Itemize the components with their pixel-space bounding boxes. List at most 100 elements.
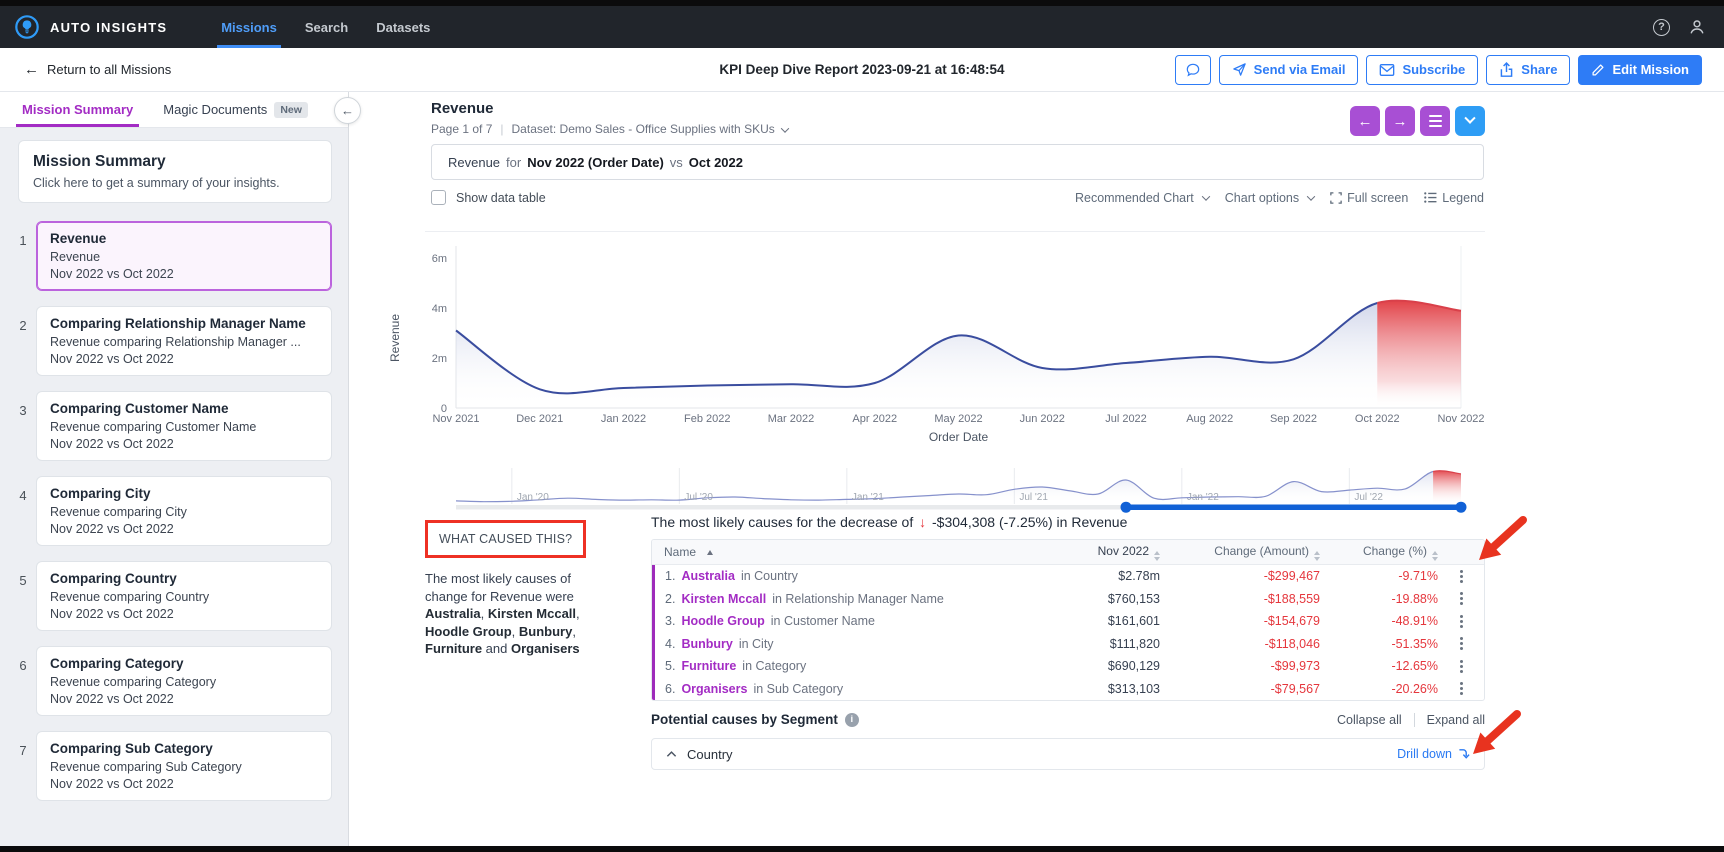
sidebar-item-comparing-category[interactable]: Comparing Category Revenue comparing Cat… (36, 646, 332, 716)
sidebar-item-comparing-country[interactable]: Comparing Country Revenue comparing Coun… (36, 561, 332, 631)
svg-text:Jun 2022: Jun 2022 (1020, 413, 1065, 425)
cause-entity-link[interactable]: Organisers (681, 682, 747, 696)
legend-icon (1424, 192, 1437, 203)
cause-entity-link[interactable]: Bunbury (681, 637, 732, 651)
full-screen-icon (1330, 192, 1342, 204)
recommended-chart-dropdown[interactable]: Recommended Chart (1075, 191, 1209, 205)
share-icon (1499, 62, 1514, 78)
expand-pages-button[interactable] (1455, 106, 1485, 136)
navigator-selection[interactable] (1126, 505, 1461, 511)
collapse-sidebar-button[interactable]: ← (334, 97, 361, 124)
cause-value: $111,820 (1010, 637, 1160, 651)
cause-change-amount: -$154,679 (1160, 614, 1320, 628)
show-data-table-checkbox[interactable] (431, 190, 446, 205)
tab-magic-documents[interactable]: Magic Documents New (153, 92, 318, 127)
column-header-change-pct[interactable]: Change (%) (1320, 544, 1438, 561)
nav-tab-missions[interactable]: Missions (209, 6, 289, 48)
column-header-change-amount[interactable]: Change (Amount) (1160, 544, 1320, 561)
lightbulb-logo-icon (14, 14, 40, 40)
pages-menu-button[interactable] (1420, 106, 1450, 136)
full-screen-label: Full screen (1347, 191, 1408, 205)
new-badge: New (274, 102, 308, 118)
dataset-selector[interactable]: Dataset: Demo Sales - Office Supplies wi… (512, 122, 789, 136)
window-top-edge (0, 0, 1724, 6)
table-row[interactable]: 2.Kirsten Mccallin Relationship Manager … (655, 588, 1484, 611)
back-link[interactable]: ← Return to all Missions (0, 61, 171, 78)
mission-item-subtitle: Revenue comparing Customer Name (50, 420, 318, 434)
previous-page-button[interactable]: ← (1350, 106, 1380, 136)
navigator-handle-start[interactable] (1121, 502, 1132, 513)
sidebar-item-comparing-city[interactable]: Comparing City Revenue comparing City No… (36, 476, 332, 546)
subscribe-button[interactable]: Subscribe (1366, 55, 1478, 85)
info-icon[interactable]: i (845, 713, 859, 727)
tab-mission-summary[interactable]: Mission Summary (12, 92, 143, 127)
query-period-1[interactable]: Nov 2022 (Order Date) (527, 155, 664, 170)
svg-text:Nov 2022: Nov 2022 (1437, 413, 1484, 425)
table-row[interactable]: 3.Hoodle Groupin Customer Name $161,601 … (655, 610, 1484, 633)
envelope-icon (1379, 63, 1395, 77)
sidebar-item-comparing-customer-name[interactable]: Comparing Customer Name Revenue comparin… (36, 391, 332, 461)
segment-row-country[interactable]: Country Drill down (651, 738, 1485, 770)
edit-mission-button[interactable]: Edit Mission (1578, 55, 1702, 85)
query-metric[interactable]: Revenue (448, 155, 500, 170)
cause-entity-link[interactable]: Furniture (681, 659, 736, 673)
tab-magic-documents-label: Magic Documents (163, 102, 267, 117)
sidebar-item-comparing-relationship-manager-name[interactable]: Comparing Relationship Manager Name Reve… (36, 306, 332, 376)
row-menu-button[interactable] (1456, 658, 1467, 675)
mission-item-subtitle: Revenue comparing Relationship Manager .… (50, 335, 318, 349)
chart-options-dropdown[interactable]: Chart options (1225, 191, 1314, 205)
mission-summary-card[interactable]: Mission Summary Click here to get a summ… (18, 140, 332, 203)
svg-text:Oct 2022: Oct 2022 (1355, 413, 1400, 425)
collapse-all-button[interactable]: Collapse all (1337, 713, 1402, 727)
timeline-navigator[interactable]: Jan '20Jul '20Jan '21Jul '21Jan '22Jul '… (385, 464, 1485, 516)
nav-tab-datasets[interactable]: Datasets (364, 6, 442, 48)
mission-item-row: 5 Comparing Country Revenue comparing Co… (10, 561, 332, 631)
table-row[interactable]: 5.Furniturein Category $690,129 -$99,973… (655, 655, 1484, 678)
share-button[interactable]: Share (1486, 55, 1570, 85)
sidebar-item-comparing-sub-category[interactable]: Comparing Sub Category Revenue comparing… (36, 731, 332, 801)
row-menu-button[interactable] (1456, 680, 1467, 697)
drill-down-link[interactable]: Drill down (1397, 747, 1470, 761)
row-menu-button[interactable] (1456, 635, 1467, 652)
mission-item-title: Comparing Country (50, 571, 318, 586)
mission-item-row: 7 Comparing Sub Category Revenue compari… (10, 731, 332, 801)
column-header-nov-2022[interactable]: Nov 2022 (1010, 544, 1160, 561)
column-header-name[interactable]: Name (652, 545, 1010, 559)
table-row[interactable]: 6.Organisersin Sub Category $313,103 -$7… (655, 678, 1484, 701)
next-page-button[interactable]: → (1385, 106, 1415, 136)
table-row[interactable]: 1.Australiain Country $2.78m -$299,467 -… (655, 565, 1484, 588)
cause-entity-link[interactable]: Kirsten Mccall (681, 592, 766, 606)
svg-text:Aug 2022: Aug 2022 (1186, 413, 1233, 425)
sidebar-item-revenue[interactable]: Revenue Revenue Nov 2022 vs Oct 2022 (36, 221, 332, 291)
full-screen-button[interactable]: Full screen (1330, 191, 1408, 205)
help-icon[interactable]: ? (1653, 19, 1670, 36)
comments-button[interactable] (1175, 55, 1211, 85)
row-menu-button[interactable] (1456, 568, 1467, 585)
row-menu-button[interactable] (1456, 590, 1467, 607)
svg-text:May 2022: May 2022 (934, 413, 982, 425)
cause-entity-link[interactable]: Hoodle Group (681, 614, 764, 628)
navigator-handle-end[interactable] (1456, 502, 1467, 513)
segment-country-label: Country (687, 747, 733, 762)
table-header-row: Name Nov 2022 Change (Amount) Change (%) (652, 540, 1484, 565)
legend-toggle[interactable]: Legend (1424, 191, 1484, 205)
menu-icon (1429, 115, 1442, 127)
expand-all-button[interactable]: Expand all (1427, 713, 1485, 727)
heading-suffix: in Revenue (1057, 514, 1128, 530)
user-icon[interactable] (1688, 18, 1706, 36)
decrease-arrow-icon: ↓ (917, 514, 928, 530)
nav-tab-search[interactable]: Search (293, 6, 360, 48)
table-row[interactable]: 4.Bunburyin City $111,820 -$118,046 -51.… (655, 633, 1484, 656)
query-period-2[interactable]: Oct 2022 (689, 155, 743, 170)
svg-text:2m: 2m (432, 353, 447, 365)
cause-entity-link[interactable]: Australia (681, 569, 735, 583)
subscribe-label: Subscribe (1402, 62, 1465, 77)
report-main: Revenue Page 1 of 7 | Dataset: Demo Sale… (349, 92, 1724, 846)
segment-country-toggle[interactable]: Country (666, 747, 733, 762)
query-builder[interactable]: Revenue for Nov 2022 (Order Date) vs Oct… (431, 144, 1484, 180)
row-menu-button[interactable] (1456, 613, 1467, 630)
svg-text:Apr 2022: Apr 2022 (852, 413, 897, 425)
mission-item-number: 5 (10, 561, 36, 631)
send-via-email-button[interactable]: Send via Email (1219, 55, 1359, 85)
mission-item-title: Comparing Category (50, 656, 318, 671)
